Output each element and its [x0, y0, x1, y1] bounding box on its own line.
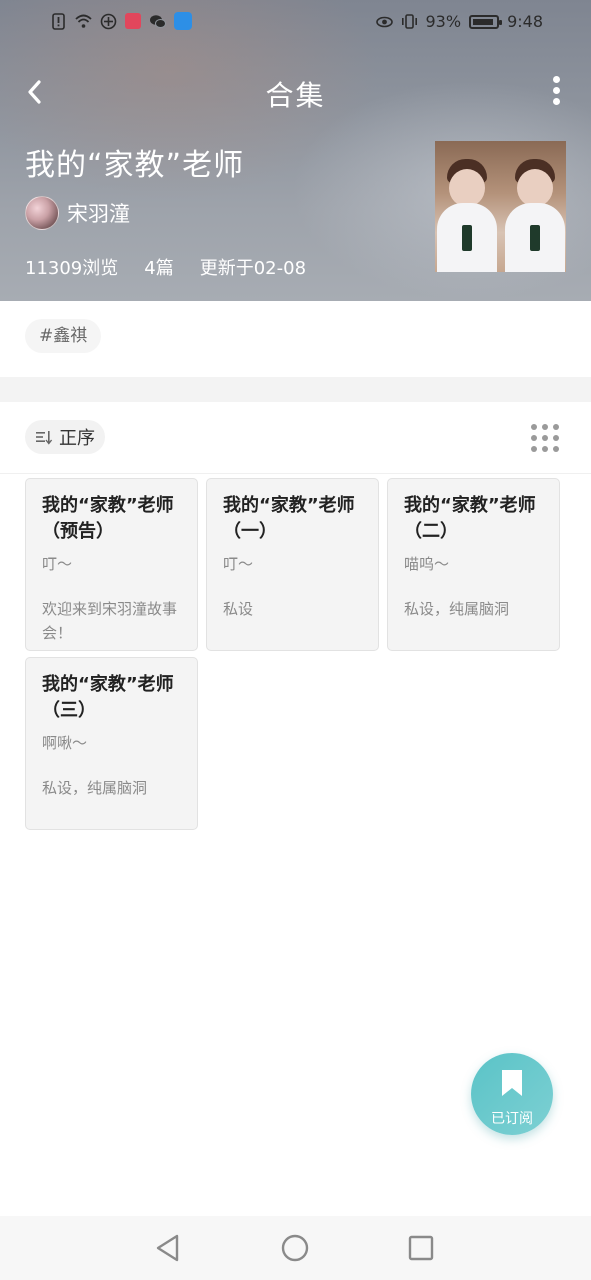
data-saver-icon: [100, 13, 117, 30]
sim-alert-icon: [50, 12, 67, 30]
nav-home-button[interactable]: [279, 1232, 311, 1264]
article-count: 4篇: [144, 258, 174, 279]
article-subtitle: 叮～: [223, 555, 254, 573]
collection-header: 93% 9:48 合集 我的“家教”老师 宋羽潼 11309浏览 4篇 更新于0…: [0, 0, 591, 301]
battery-level: [473, 18, 494, 25]
nav-recents-button[interactable]: [405, 1232, 437, 1264]
article-description: 私设，纯属脑洞: [42, 779, 148, 797]
section-divider: [0, 377, 591, 402]
more-options-button[interactable]: [549, 76, 563, 108]
author-name: 宋羽潼: [67, 202, 130, 226]
status-bar: 93% 9:48: [0, 0, 591, 46]
vibrate-icon: [401, 13, 418, 30]
article-subtitle: 啊啾～: [42, 734, 88, 752]
article-title: 我的“家教”老师（一）: [223, 495, 355, 542]
nav-back-icon: [156, 1234, 179, 1262]
article-subtitle: 喵呜～: [404, 555, 450, 573]
article-title: 我的“家教”老师（三）: [42, 674, 174, 721]
article-title: 我的“家教”老师（二）: [404, 495, 536, 542]
article-subtitle: 叮～: [42, 555, 73, 573]
app-notification-icon: [125, 13, 141, 29]
bookmark-icon: [502, 1070, 522, 1096]
article-description: 欢迎来到宋羽潼故事会！: [42, 600, 178, 642]
battery-icon: [469, 14, 503, 29]
wechat-icon: [149, 13, 166, 30]
author-link[interactable]: 宋羽潼: [25, 196, 130, 230]
messaging-app-icon: [174, 12, 192, 30]
article-card[interactable]: 我的“家教”老师（预告） 叮～ 欢迎来到宋羽潼故事会！: [25, 478, 198, 651]
sort-order-button[interactable]: 正序: [25, 420, 105, 454]
system-navigation-bar: [0, 1216, 591, 1280]
tag-chip[interactable]: #鑫祺: [25, 319, 102, 353]
grid-dots-icon[interactable]: [531, 424, 559, 452]
article-description: 私设，纯属脑洞: [404, 600, 510, 618]
updated-date: 更新于02-08: [199, 258, 307, 279]
view-count: 11309浏览: [25, 258, 119, 279]
subscribe-label: 已订阅: [491, 1111, 533, 1127]
tag-list: #鑫祺: [0, 301, 591, 377]
eye-comfort-icon: [375, 13, 393, 30]
collection-title: 我的“家教”老师: [25, 148, 245, 183]
article-card[interactable]: 我的“家教”老师（一） 叮～ 私设: [206, 478, 379, 651]
article-title: 我的“家教”老师（预告）: [42, 495, 174, 542]
more-vertical-icon: [552, 76, 560, 83]
screen: 93% 9:48 合集 我的“家教”老师 宋羽潼 11309浏览 4篇 更新于0…: [0, 0, 591, 1280]
nav-recents-icon: [408, 1235, 434, 1261]
sort-toolbar: 正序: [0, 402, 591, 474]
notification-icons: [50, 12, 192, 30]
sort-label: 正序: [59, 428, 95, 449]
article-card[interactable]: 我的“家教”老师（二） 喵呜～ 私设，纯属脑洞: [387, 478, 560, 651]
collection-cover-image[interactable]: [435, 141, 566, 272]
clock: 9:48: [507, 12, 543, 31]
battery-percent: 93%: [425, 12, 462, 31]
subscribe-button[interactable]: 已订阅: [471, 1053, 553, 1135]
system-status: 93% 9:48: [375, 12, 543, 31]
top-app-bar: 合集: [0, 60, 591, 124]
avatar: [25, 196, 59, 230]
article-description: 私设: [223, 600, 254, 618]
nav-back-button[interactable]: [152, 1232, 184, 1264]
page-title: 合集: [265, 79, 326, 112]
nav-home-icon: [281, 1234, 309, 1262]
wifi-icon: [75, 13, 92, 30]
collection-stats: 11309浏览 4篇 更新于02-08: [25, 254, 306, 280]
article-card[interactable]: 我的“家教”老师（三） 啊啾～ 私设，纯属脑洞: [25, 657, 198, 830]
sort-icon: [36, 431, 53, 445]
